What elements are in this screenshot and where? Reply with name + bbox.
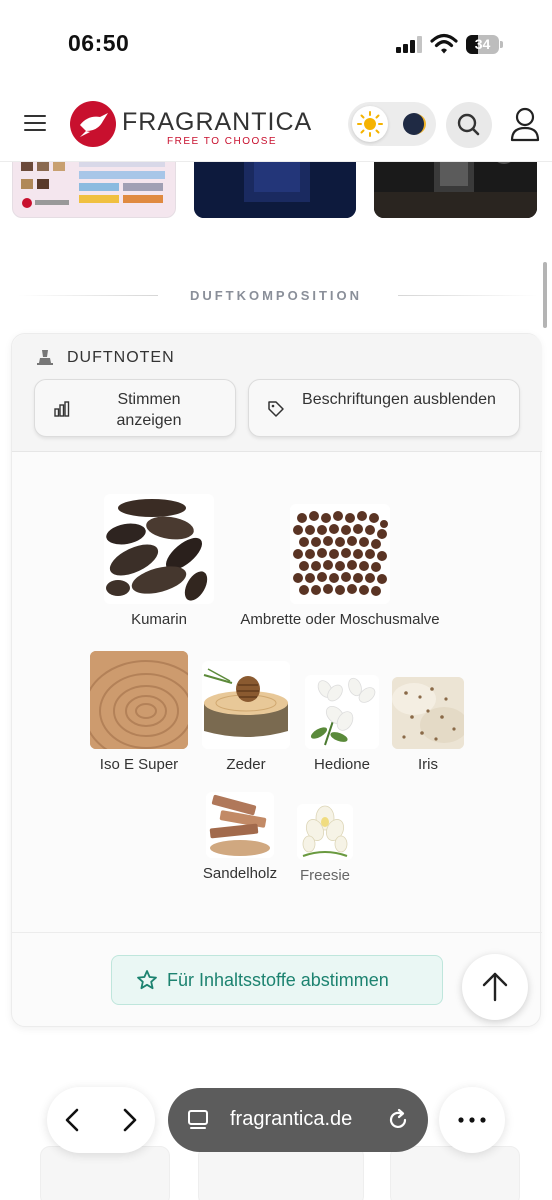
notes-card-header: DUFTNOTEN Stimmen anzeigen Beschriftunge… bbox=[12, 334, 542, 452]
logo-text[interactable]: FRAGRANTICA bbox=[122, 108, 312, 137]
status-bar: 06:50 34 bbox=[0, 0, 552, 88]
vote-ingredients-button[interactable]: Für Inhaltsstoffe abstimmen bbox=[111, 955, 443, 1005]
site-header: FRAGRANTICA FREE TO CHOOSE bbox=[0, 88, 552, 162]
note-ambrette[interactable]: Ambrette oder Moschusmalve bbox=[226, 504, 454, 628]
tonka-bean-image bbox=[104, 494, 214, 604]
theme-toggle[interactable] bbox=[348, 102, 436, 146]
forward-icon[interactable] bbox=[117, 1107, 141, 1133]
battery-icon: 34 bbox=[466, 35, 503, 54]
pyramid-icon bbox=[37, 350, 53, 365]
signal-icon bbox=[396, 36, 424, 53]
scroll-to-top-button[interactable] bbox=[462, 954, 528, 1020]
note-hedione[interactable]: Hedione bbox=[302, 675, 382, 773]
notes-card-title: DUFTNOTEN bbox=[67, 349, 175, 366]
back-icon[interactable] bbox=[61, 1107, 85, 1133]
tag-icon bbox=[268, 401, 284, 417]
moon-icon[interactable] bbox=[396, 106, 432, 142]
vote-separator bbox=[12, 932, 542, 933]
hide-labels-label: Beschriftungen ausblenden bbox=[302, 391, 496, 408]
notes-card: DUFTNOTEN Stimmen anzeigen Beschriftunge… bbox=[11, 333, 542, 1027]
reload-icon[interactable] bbox=[386, 1108, 410, 1132]
more-icon bbox=[458, 1117, 486, 1123]
note-label: Hedione bbox=[314, 756, 370, 773]
address-bar[interactable]: fragrantica.de bbox=[168, 1088, 428, 1152]
note-label: Iris bbox=[418, 756, 438, 773]
search-icon bbox=[457, 113, 480, 136]
menu-icon[interactable] bbox=[24, 115, 48, 133]
url-text[interactable]: fragrantica.de bbox=[230, 1108, 352, 1131]
note-iso-e-super[interactable]: Iso E Super bbox=[76, 651, 202, 773]
battery-level: 34 bbox=[474, 36, 491, 52]
show-votes-label: Stimmen anzeigen bbox=[116, 391, 182, 429]
wood-grain-image bbox=[90, 651, 188, 749]
note-zeder[interactable]: Zeder bbox=[200, 661, 292, 773]
page-scrollbar[interactable] bbox=[543, 262, 547, 328]
wifi-icon bbox=[430, 33, 458, 54]
logo-bird-icon[interactable] bbox=[70, 101, 116, 147]
note-label: Ambrette oder Moschusmalve bbox=[240, 611, 440, 628]
note-sandelholz[interactable]: Sandelholz bbox=[198, 792, 282, 882]
star-icon bbox=[137, 970, 157, 990]
sandalwood-image bbox=[206, 792, 274, 858]
note-label: Iso E Super bbox=[99, 756, 179, 773]
freesia-image bbox=[297, 804, 353, 860]
hide-labels-button[interactable]: Beschriftungen ausblenden bbox=[248, 379, 520, 437]
browser-nav-controls bbox=[47, 1087, 155, 1153]
search-button[interactable] bbox=[446, 102, 492, 148]
bar-chart-icon bbox=[54, 401, 70, 417]
image-carousel[interactable] bbox=[0, 152, 552, 224]
tabs-icon[interactable] bbox=[186, 1108, 210, 1132]
sun-icon[interactable] bbox=[352, 106, 388, 142]
note-kumarin[interactable]: Kumarin bbox=[84, 494, 234, 628]
logo-tagline: FREE TO CHOOSE bbox=[167, 136, 278, 147]
cedar-image bbox=[202, 661, 290, 749]
user-icon[interactable] bbox=[505, 104, 545, 146]
show-votes-button[interactable]: Stimmen anzeigen bbox=[34, 379, 236, 437]
note-label: Freesie bbox=[299, 867, 351, 884]
arrow-up-icon bbox=[482, 972, 508, 1002]
more-button[interactable] bbox=[439, 1087, 505, 1153]
section-divider-right bbox=[398, 295, 538, 296]
ambrette-seeds-image bbox=[290, 504, 390, 604]
iris-image bbox=[392, 677, 464, 749]
status-time: 06:50 bbox=[68, 30, 130, 56]
vote-button-label: Für Inhaltsstoffe abstimmen bbox=[167, 970, 389, 990]
note-iris[interactable]: Iris bbox=[388, 677, 468, 773]
jasmine-flower-image bbox=[305, 675, 379, 749]
note-label: Kumarin bbox=[131, 611, 187, 628]
note-label: Sandelholz bbox=[202, 865, 278, 882]
note-label: Zeder bbox=[226, 756, 266, 773]
note-freesie[interactable]: Freesie bbox=[290, 804, 360, 884]
